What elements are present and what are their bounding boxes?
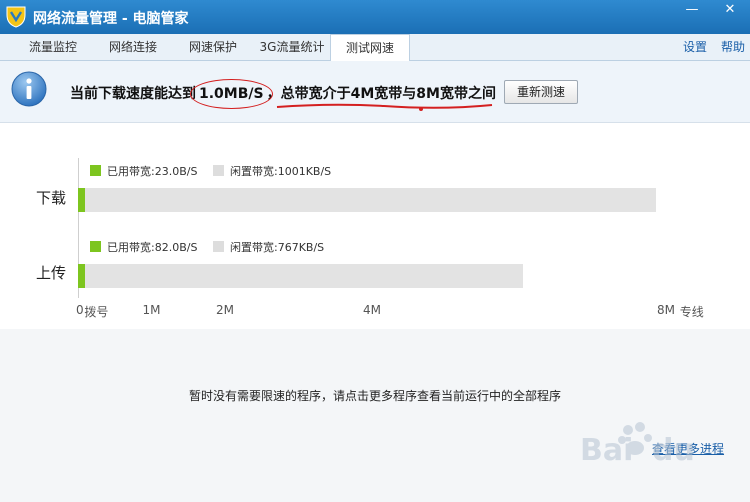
download-bar — [78, 188, 657, 212]
upload-bar — [78, 264, 523, 288]
used-swatch — [90, 165, 101, 176]
x-tick-label: 8M — [657, 303, 675, 317]
minimize-button[interactable]: — — [678, 0, 706, 22]
title-bar: 网络流量管理 - 电脑管家 — ✕ — [0, 0, 750, 34]
x-tick-label: 拨号 — [84, 305, 109, 319]
close-button[interactable]: ✕ — [712, 0, 748, 22]
svg-text:Bai: Bai — [580, 433, 633, 468]
x-tick-label: 2M — [216, 303, 234, 317]
tab-bar: 流量监控 网络连接 网速保护 3G流量统计 测试网速 设置 帮助 — [0, 34, 750, 62]
settings-link[interactable]: 设置 — [678, 34, 712, 61]
tab-traffic-monitor[interactable]: 流量监控 — [14, 34, 92, 61]
bandwidth-chart: 已用带宽:23.0B/S 闲置带宽:1001KB/S 下载 已用带宽:82.0B… — [0, 123, 750, 329]
speed-value: 1.0MB/S — [190, 79, 273, 109]
idle-swatch — [213, 165, 224, 176]
download-label: 下载 — [36, 189, 67, 207]
download-bar-used — [78, 188, 85, 212]
info-icon — [11, 71, 47, 107]
upload-legend-idle: 闲置带宽:767KB/S — [213, 239, 324, 255]
x-tick-label: 专线 — [679, 305, 704, 319]
idle-swatch — [213, 241, 224, 252]
window-title: 网络流量管理 - 电脑管家 — [33, 11, 189, 27]
svg-text:du: du — [652, 433, 695, 468]
tab-speed-protection[interactable]: 网速保护 — [174, 34, 252, 61]
red-dot-annotation — [419, 107, 423, 111]
speed-prefix: 当前下载速度能达到 — [70, 86, 196, 102]
upload-legend-used: 已用带宽:82.0B/S — [90, 239, 197, 255]
app-logo-icon — [6, 6, 26, 28]
tab-network-connections[interactable]: 网络连接 — [94, 34, 172, 61]
red-underline-annotation — [276, 103, 493, 109]
download-legend-idle: 闲置带宽:1001KB/S — [213, 163, 331, 179]
upload-label: 上传 — [36, 264, 67, 282]
speed-message: 当前下载速度能达到 1.0MB/S ，总带宽介于4M宽带与8M宽带之间 — [70, 79, 496, 109]
speed-result-bar: 当前下载速度能达到 1.0MB/S ，总带宽介于4M宽带与8M宽带之间 重新测速 — [0, 61, 750, 123]
help-link[interactable]: 帮助 — [716, 34, 750, 61]
x-tick-label: 4M — [363, 303, 381, 317]
bandwidth-range: 总带宽介于4M宽带与8M宽带之间 — [280, 86, 496, 102]
retest-button[interactable]: 重新测速 — [504, 80, 578, 104]
x-tick-label: 0 — [76, 303, 84, 317]
download-legend-used: 已用带宽:23.0B/S — [90, 163, 197, 179]
legend-used-upload: 已用带宽:82.0B/S — [107, 241, 198, 254]
legend-idle-download: 闲置带宽:1001KB/S — [230, 165, 332, 178]
used-swatch — [90, 241, 101, 252]
legend-used-download: 已用带宽:23.0B/S — [107, 165, 198, 178]
tab-3g-stats[interactable]: 3G流量统计 — [254, 34, 330, 61]
baidu-watermark: Bai du — [580, 422, 695, 468]
legend-idle-upload: 闲置带宽:767KB/S — [230, 241, 325, 254]
tab-speed-test[interactable]: 测试网速 — [330, 34, 410, 62]
no-limit-notice: 暂时没有需要限速的程序，请点击更多程序查看当前运行中的全部程序 — [188, 389, 561, 403]
x-tick-label: 1M — [142, 303, 161, 317]
upload-bar-used — [78, 264, 85, 288]
